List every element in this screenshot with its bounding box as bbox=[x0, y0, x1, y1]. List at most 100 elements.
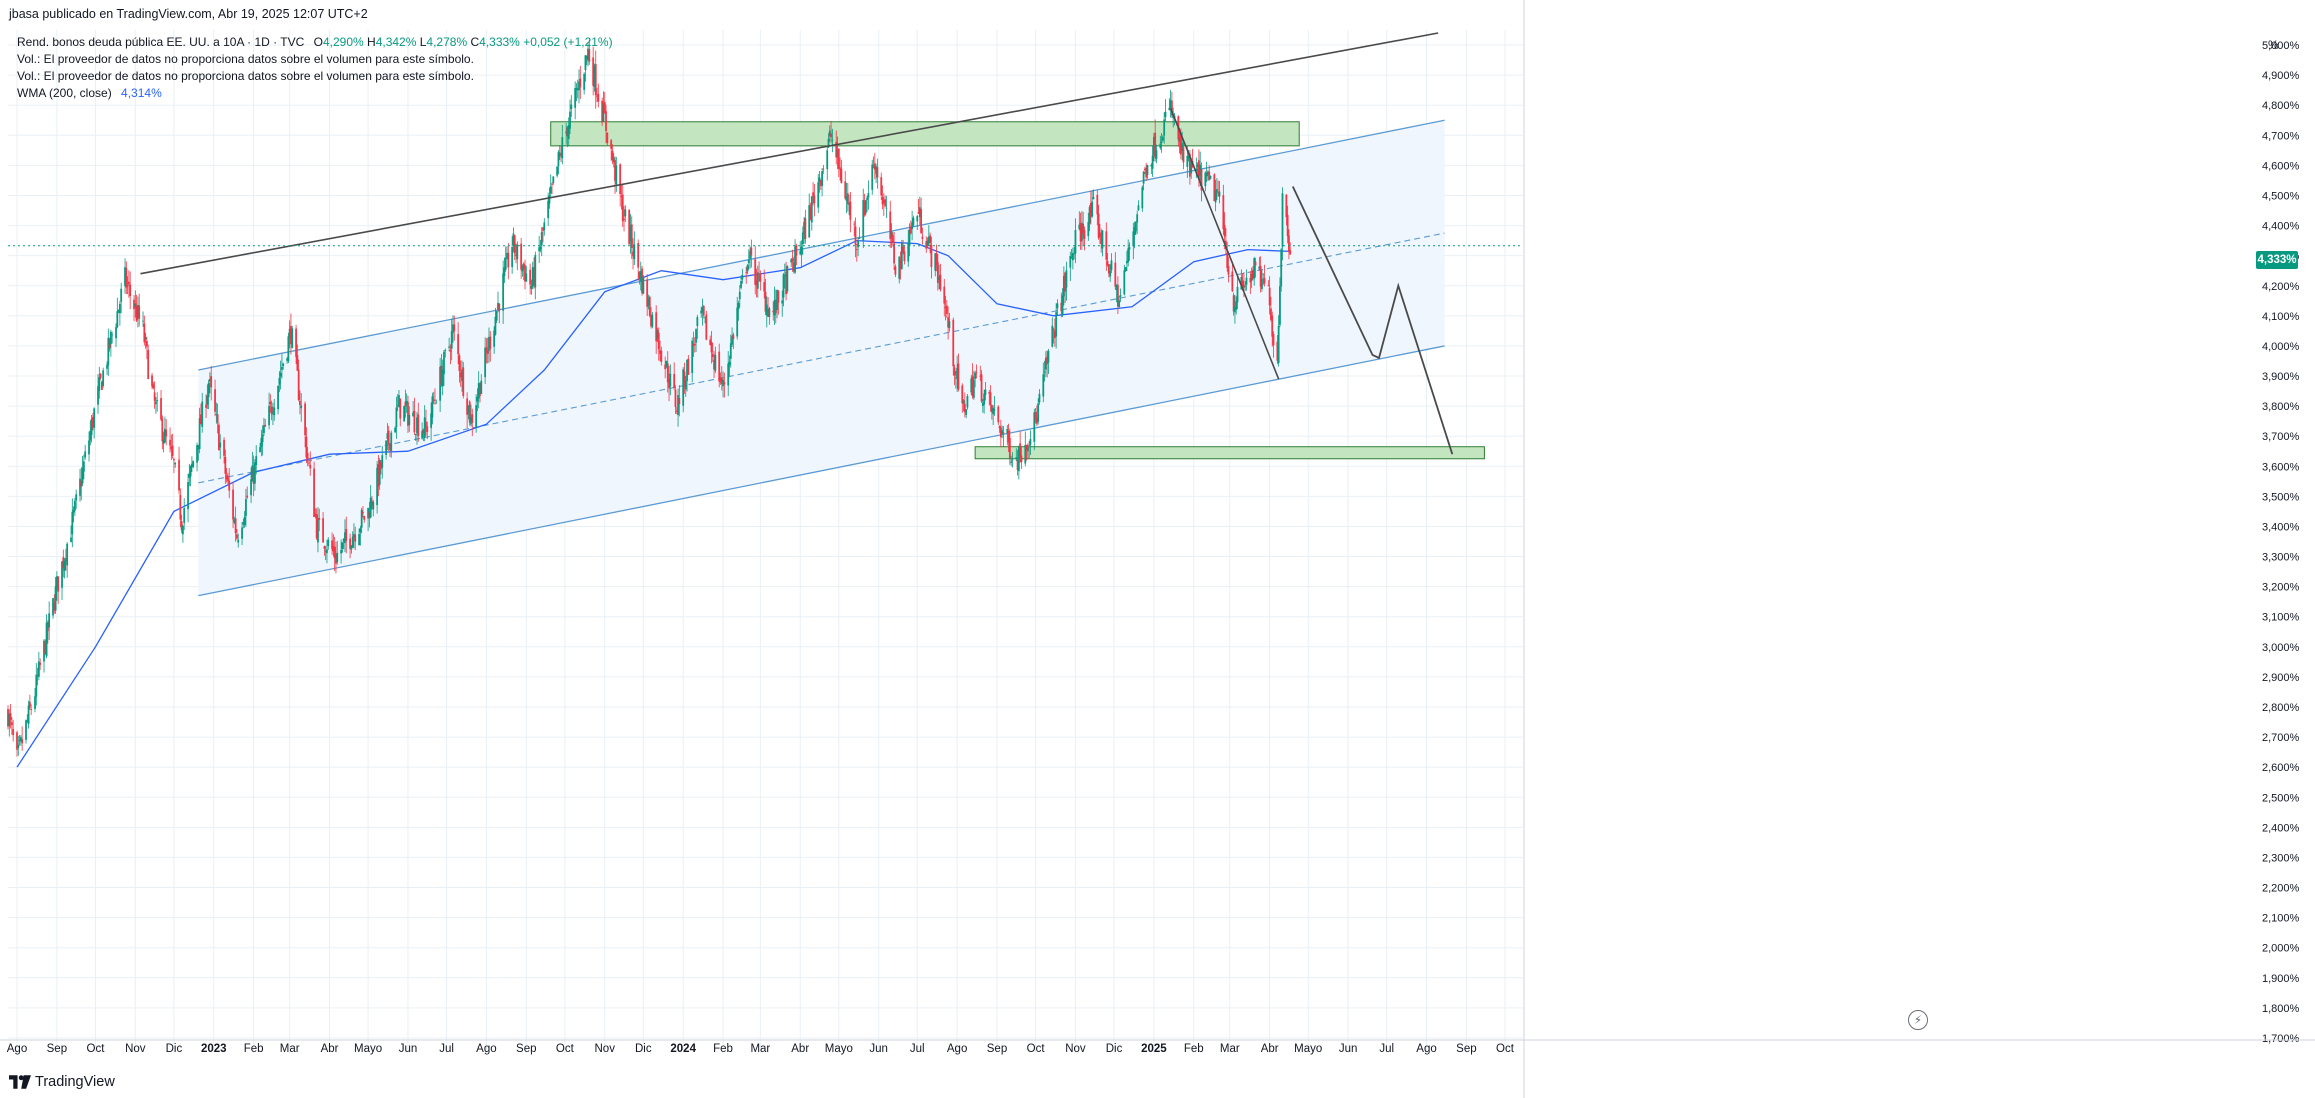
y-tick-label: 1,700% bbox=[2262, 1033, 2300, 1045]
regression-channel[interactable] bbox=[198, 119, 1445, 597]
legend: Rend. bonos deuda pública EE. UU. a 10A … bbox=[17, 34, 613, 102]
candle-body bbox=[736, 307, 739, 337]
candle-body bbox=[54, 586, 57, 611]
candle-body bbox=[498, 303, 501, 312]
candle-body bbox=[846, 193, 849, 205]
candle-body bbox=[403, 405, 406, 422]
y-tick-label: 1,900% bbox=[2262, 973, 2300, 985]
candle-body bbox=[295, 328, 297, 357]
candle-body bbox=[1267, 285, 1270, 287]
candle-body bbox=[1235, 301, 1238, 310]
candle-body bbox=[9, 713, 12, 720]
candle-body bbox=[516, 244, 519, 260]
candle-body bbox=[73, 501, 76, 511]
candle-body bbox=[965, 409, 968, 415]
candle-body bbox=[152, 384, 155, 388]
price-unit-label[interactable]: % bbox=[2268, 38, 2279, 52]
candle-body bbox=[1001, 430, 1004, 435]
candle-body bbox=[39, 662, 42, 665]
candle-body bbox=[504, 258, 507, 270]
candle-body bbox=[1123, 270, 1126, 295]
candle-body bbox=[57, 576, 60, 592]
x-tick-label: Mayo bbox=[825, 1043, 853, 1055]
candle-body bbox=[243, 516, 246, 526]
candle-body bbox=[223, 439, 225, 456]
wma-legend-row[interactable]: WMA (200, close) 4,314% bbox=[17, 85, 613, 102]
candle-body bbox=[82, 461, 85, 472]
candle-body bbox=[300, 405, 303, 409]
candle-body bbox=[740, 281, 742, 288]
candle-body bbox=[297, 369, 300, 400]
candle-body bbox=[997, 406, 1000, 423]
candle-body bbox=[236, 534, 238, 539]
candle-body bbox=[702, 306, 705, 316]
candle-body bbox=[273, 407, 276, 416]
candle-body bbox=[880, 177, 883, 196]
candle-body bbox=[507, 252, 510, 268]
y-tick-label: 3,500% bbox=[2262, 491, 2300, 503]
candle-body bbox=[1052, 329, 1055, 331]
y-tick-label: 3,700% bbox=[2262, 431, 2300, 443]
candle-body bbox=[1026, 447, 1029, 452]
candle-body bbox=[201, 401, 204, 427]
candle-body bbox=[171, 445, 174, 456]
candle-body bbox=[444, 349, 447, 351]
price-chart[interactable]: 5,000%4,900%4,800%4,700%4,600%4,500%4,40… bbox=[0, 0, 2315, 1098]
candle-body bbox=[738, 291, 741, 300]
candle-body bbox=[710, 341, 713, 353]
candle-body bbox=[173, 459, 175, 461]
candle-body bbox=[245, 499, 247, 517]
candle-body bbox=[34, 696, 36, 710]
candle-body bbox=[1065, 270, 1068, 288]
candle-body bbox=[457, 334, 460, 355]
resistance-zone bbox=[550, 121, 1300, 147]
candle-body bbox=[1083, 229, 1086, 239]
x-tick-label: Sep bbox=[47, 1043, 67, 1055]
candle-body bbox=[810, 196, 813, 223]
x-tick-label: Feb bbox=[244, 1043, 264, 1055]
candle-body bbox=[513, 235, 516, 254]
footer[interactable]: TradingView bbox=[9, 1072, 115, 1092]
x-tick-label: Sep bbox=[516, 1043, 536, 1055]
candle-body bbox=[1015, 457, 1018, 460]
candle-body bbox=[363, 515, 366, 520]
candle-body bbox=[318, 517, 321, 520]
candle-body bbox=[227, 476, 229, 482]
candle-body bbox=[1110, 260, 1113, 271]
y-tick-label: 4,800% bbox=[2262, 100, 2300, 112]
candle-body bbox=[552, 176, 555, 184]
candle-body bbox=[795, 245, 798, 256]
candle-body bbox=[974, 372, 977, 379]
candle-body bbox=[1109, 270, 1112, 277]
lightning-icon[interactable]: ⚡ bbox=[1908, 1010, 1928, 1030]
candle-body bbox=[1028, 444, 1031, 446]
candle-body bbox=[502, 273, 505, 311]
candle-body bbox=[423, 417, 426, 438]
x-tick-label: Abr bbox=[321, 1043, 339, 1055]
candle-body bbox=[529, 269, 532, 285]
y-tick-label: 4,700% bbox=[2262, 130, 2300, 142]
candle-body bbox=[369, 497, 372, 518]
candle-body bbox=[705, 314, 708, 340]
candle-body bbox=[453, 324, 456, 332]
candle-body bbox=[147, 349, 150, 379]
candle-body bbox=[351, 536, 354, 548]
support-zone bbox=[974, 446, 1485, 460]
candle-body bbox=[1236, 286, 1239, 303]
x-tick-label: Dic bbox=[166, 1043, 183, 1055]
x-tick-label: Mar bbox=[280, 1043, 300, 1055]
candle-body bbox=[561, 137, 564, 159]
high-value: 4,342% bbox=[375, 35, 417, 49]
legend-symbol-row[interactable]: Rend. bonos deuda pública EE. UU. a 10A … bbox=[17, 34, 613, 51]
candle-body bbox=[154, 401, 157, 405]
candle-body bbox=[1168, 107, 1171, 110]
candle-body bbox=[1134, 221, 1137, 232]
candle-body bbox=[651, 314, 654, 327]
candle-body bbox=[693, 343, 696, 346]
candle-body bbox=[1263, 278, 1266, 284]
candle-body bbox=[570, 104, 573, 110]
candle-body bbox=[551, 183, 553, 185]
x-tick-label: Ago bbox=[476, 1043, 496, 1055]
x-tick-label: Mayo bbox=[1294, 1043, 1322, 1055]
candle-body bbox=[745, 272, 748, 273]
